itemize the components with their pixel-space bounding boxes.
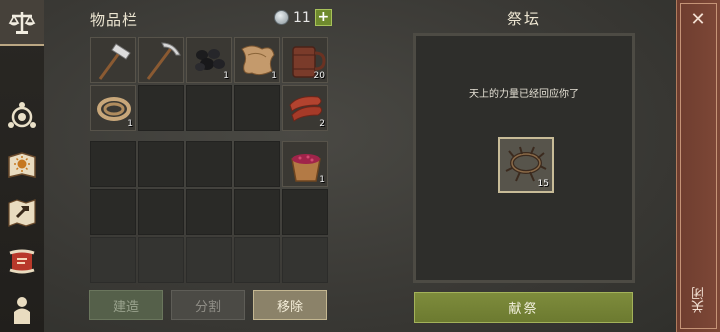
inventory-slot-10[interactable]: 2 — [282, 85, 328, 131]
build-button[interactable]: 建造 — [89, 290, 163, 320]
inventory-slot-9[interactable] — [234, 85, 280, 131]
sidebar-item-build[interactable] — [4, 195, 40, 231]
silver-coin-icon — [274, 10, 289, 25]
sidebar-item-scroll[interactable] — [4, 243, 40, 279]
altar-icon — [8, 102, 36, 128]
currency-amount: 11 — [293, 9, 311, 26]
sidebar — [0, 0, 45, 332]
inventory-slot-2[interactable] — [138, 37, 184, 83]
inventory-slot-24[interactable] — [234, 237, 280, 283]
add-currency-button[interactable]: + — [314, 9, 332, 26]
sacrifice-button[interactable]: 献祭 — [414, 292, 633, 323]
stone-hammer-icon — [98, 43, 131, 80]
inventory-actions: 建造 分割 移除 — [89, 290, 327, 320]
altar-title: 祭坛 — [507, 10, 542, 28]
inventory-slot-11[interactable] — [90, 141, 136, 187]
altar-panel: 天上的力量已经回应你了 15 — [413, 33, 635, 283]
inventory-slot-7[interactable] — [138, 85, 184, 131]
close-panel-border — [680, 3, 717, 329]
slot-count: 1 — [319, 175, 325, 185]
inventory-grid: 1 1 20 1 2 1 — [90, 37, 328, 283]
sidebar-item-balance[interactable] — [0, 0, 44, 46]
inventory-slot-8[interactable] — [186, 85, 232, 131]
inventory-slot-3[interactable]: 1 — [186, 37, 232, 83]
slot-count: 1 — [271, 71, 277, 81]
currency-display: 11 + — [274, 9, 332, 26]
close-label: 关闭 — [692, 287, 707, 313]
close-panel[interactable]: ✕ 关闭 — [676, 0, 720, 332]
inventory-slot-16[interactable] — [90, 189, 136, 235]
inventory-slot-20[interactable] — [282, 189, 328, 235]
inventory-slot-25[interactable] — [282, 237, 328, 283]
inventory-slot-5[interactable]: 20 — [282, 37, 328, 83]
inventory-slot-21[interactable] — [90, 237, 136, 283]
slot-count: 2 — [319, 119, 325, 129]
slot-count: 20 — [313, 71, 325, 81]
inventory-slot-19[interactable] — [234, 189, 280, 235]
grid-divider — [90, 133, 328, 139]
altar-message: 天上的力量已经回应你了 — [469, 89, 579, 100]
inventory-title: 物品栏 — [90, 11, 139, 29]
sun-book-icon — [8, 152, 36, 178]
slot-count: 15 — [537, 179, 549, 189]
slot-count: 1 — [127, 119, 133, 129]
inventory-slot-13[interactable] — [186, 141, 232, 187]
slot-count: 1 — [223, 71, 229, 81]
balance-icon — [8, 12, 36, 34]
split-button[interactable]: 分割 — [171, 290, 245, 320]
inventory-slot-1[interactable] — [90, 37, 136, 83]
altar-offering-slot[interactable]: 15 — [498, 137, 554, 193]
inventory-slot-15[interactable]: 1 — [282, 141, 328, 187]
inventory-slot-22[interactable] — [138, 237, 184, 283]
build-map-icon — [8, 199, 36, 227]
inventory-slot-23[interactable] — [186, 237, 232, 283]
scroll-icon — [9, 249, 35, 274]
inventory-slot-12[interactable] — [138, 141, 184, 187]
remove-button[interactable]: 移除 — [253, 290, 327, 320]
inventory-slot-6[interactable]: 1 — [90, 85, 136, 131]
inventory-slot-17[interactable] — [138, 189, 184, 235]
stone-pickaxe-icon — [146, 42, 181, 80]
close-icon[interactable]: ✕ — [687, 9, 709, 31]
sidebar-item-sun-book[interactable] — [4, 147, 40, 183]
character-icon — [14, 297, 30, 324]
inventory-slot-14[interactable] — [234, 141, 280, 187]
inventory-slot-18[interactable] — [186, 189, 232, 235]
sidebar-item-character[interactable] — [4, 290, 40, 326]
inventory-slot-4[interactable]: 1 — [234, 37, 280, 83]
sidebar-item-altar[interactable] — [4, 99, 40, 135]
